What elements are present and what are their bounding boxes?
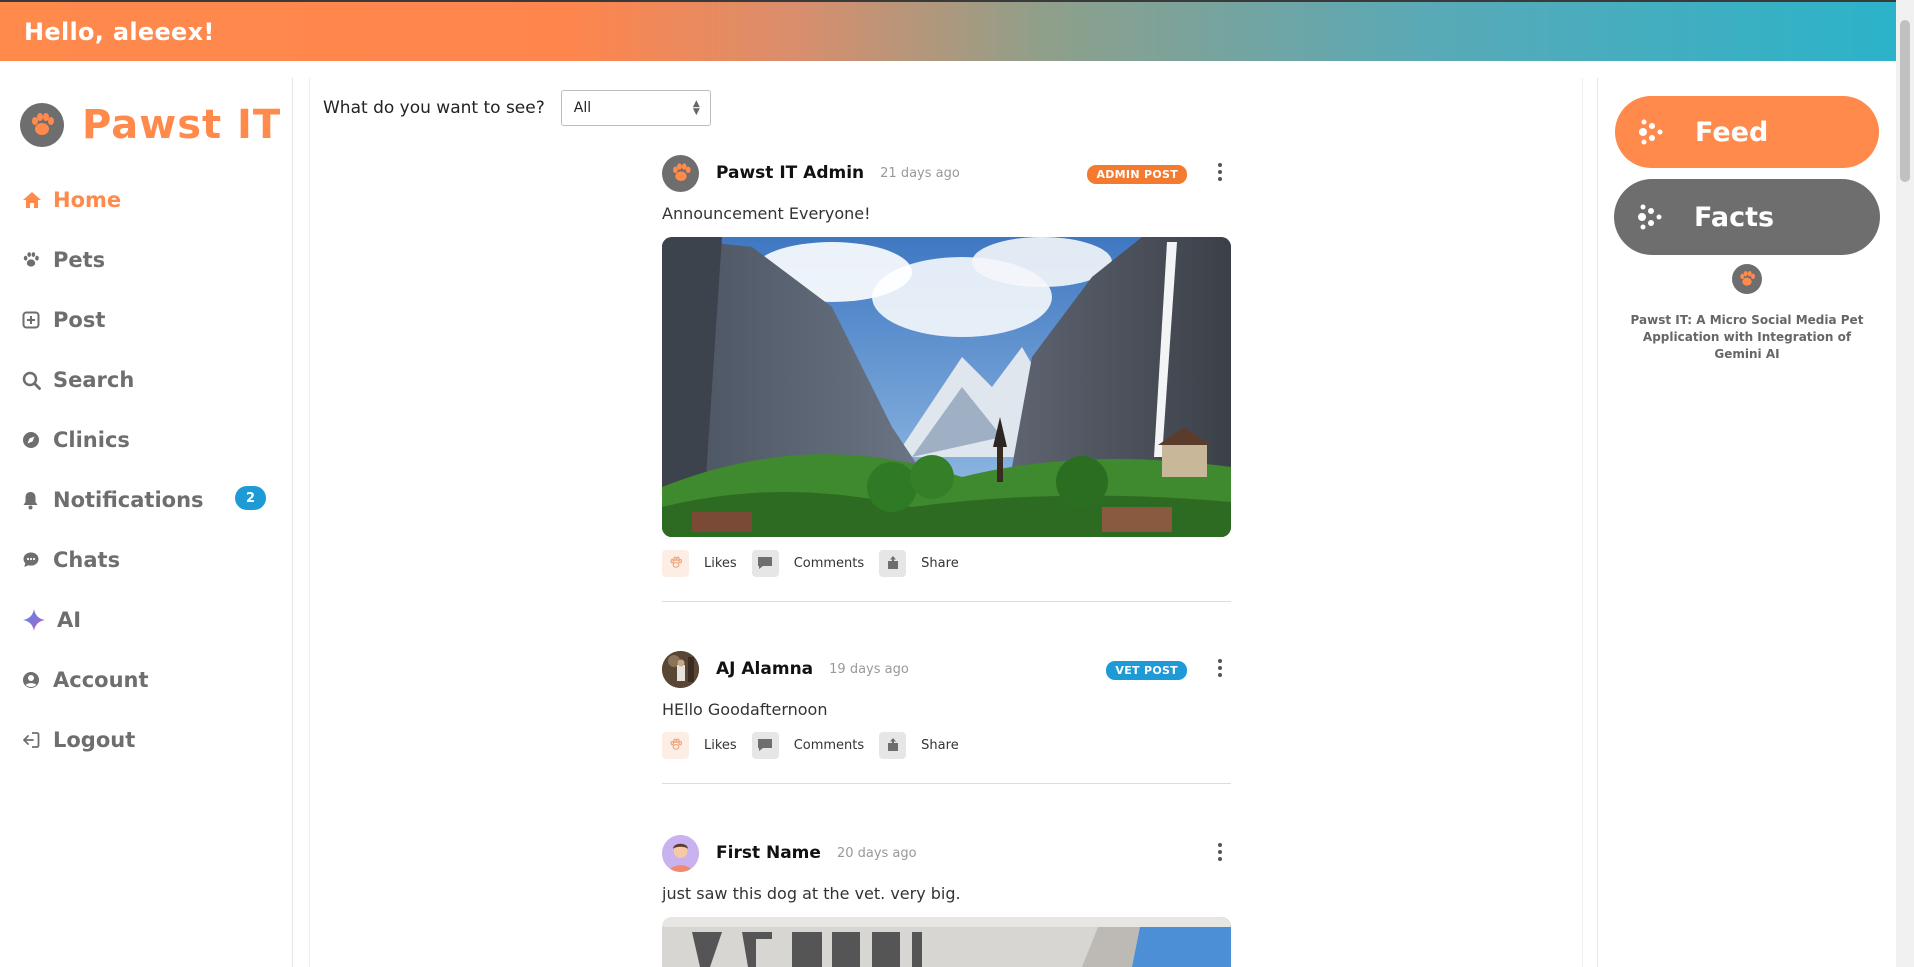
sidebar-item-logout[interactable]: Logout [22, 710, 266, 770]
logout-icon [22, 731, 50, 749]
greeting-text: Hello, aleeex! [24, 18, 215, 46]
sidebar-item-pets[interactable]: Pets [22, 230, 266, 290]
post-card: Pawst IT Admin 21 days ago ADMIN POST An… [662, 153, 1231, 602]
feed-icon [1635, 117, 1669, 147]
facts-icon [1634, 202, 1668, 232]
top-banner: Hello, aleeex! [0, 0, 1896, 61]
sidebar-item-label: Post [53, 308, 106, 332]
sidebar-nav: Home Pets Post Search Clinics Notificati… [22, 170, 266, 770]
more-options-icon[interactable] [1217, 163, 1223, 183]
post-image[interactable] [662, 917, 1231, 967]
post-timestamp: 20 days ago [836, 845, 917, 861]
share-button[interactable]: Share [921, 738, 959, 753]
feed-button[interactable]: Feed [1615, 96, 1879, 168]
avatar[interactable] [662, 834, 699, 872]
facts-button[interactable]: Facts [1614, 179, 1880, 255]
comments-button[interactable]: Comments [794, 738, 864, 753]
sidebar: Pawst IT Home Pets Post Search Clinics N… [0, 78, 293, 967]
filter-question: What do you want to see? [323, 98, 545, 118]
feed-area: What do you want to see? All ▲ ▼ Pawst IT… [309, 78, 1583, 967]
paw-like-icon[interactable] [662, 731, 689, 759]
share-button[interactable]: Share [921, 556, 959, 571]
post-divider [662, 601, 1231, 602]
sparkle-icon [22, 608, 50, 632]
page-scrollbar[interactable] [1896, 0, 1914, 967]
post-image[interactable] [662, 237, 1231, 537]
notification-count-badge: 2 [235, 486, 266, 510]
post-timestamp: 21 days ago [880, 165, 960, 181]
sidebar-item-notifications[interactable]: Notifications 2 [22, 470, 266, 530]
app-tagline: Pawst IT: A Micro Social Media Pet Appli… [1630, 313, 1864, 361]
likes-button[interactable]: Likes [704, 738, 737, 753]
chat-icon [22, 551, 50, 569]
comments-button[interactable]: Comments [794, 556, 864, 571]
sidebar-item-post[interactable]: Post [22, 290, 266, 350]
home-icon [22, 191, 50, 209]
feed-filter: What do you want to see? All ▲ ▼ [323, 90, 711, 126]
facts-label: Facts [1694, 201, 1775, 233]
post-actions: Likes Comments Share [662, 549, 1231, 577]
post-author[interactable]: First Name [716, 843, 821, 863]
post-card: AJ Alamna 19 days ago VET POST HEllo Goo… [662, 649, 1231, 784]
sidebar-item-label: Chats [53, 548, 121, 572]
brand[interactable]: Pawst IT [20, 102, 281, 148]
avatar[interactable] [662, 650, 699, 688]
sidebar-item-ai[interactable]: AI [22, 590, 266, 650]
comment-icon[interactable] [751, 549, 779, 577]
plus-square-icon [22, 311, 50, 329]
user-icon [22, 671, 50, 689]
comment-icon[interactable] [751, 731, 779, 759]
share-icon[interactable] [879, 549, 907, 577]
post-text: HEllo Goodafternoon [662, 700, 828, 719]
post-header: AJ Alamna 19 days ago VET POST [662, 649, 1231, 689]
brand-name: Pawst IT [82, 102, 282, 148]
paw-icon [22, 251, 50, 269]
bell-icon [22, 491, 50, 510]
sidebar-item-clinics[interactable]: Clinics [22, 410, 266, 470]
paw-logo-icon [20, 103, 64, 147]
admin-post-badge: ADMIN POST [1087, 165, 1187, 184]
sidebar-item-label: Logout [53, 728, 136, 752]
sidebar-item-label: Notifications [53, 488, 204, 512]
right-panel: Feed Facts Pawst IT: A Micro Social Medi… [1597, 78, 1880, 967]
likes-button[interactable]: Likes [704, 556, 737, 571]
post-header: First Name 20 days ago [662, 833, 1231, 873]
sidebar-item-label: Home [53, 188, 122, 212]
vet-post-badge: VET POST [1106, 661, 1187, 680]
compass-icon [22, 431, 50, 449]
post-author[interactable]: Pawst IT Admin [716, 163, 864, 183]
more-options-icon[interactable] [1217, 659, 1223, 679]
post-author[interactable]: AJ Alamna [716, 659, 813, 679]
sidebar-item-chats[interactable]: Chats [22, 530, 266, 590]
post-header: Pawst IT Admin 21 days ago ADMIN POST [662, 153, 1231, 193]
sidebar-item-search[interactable]: Search [22, 350, 266, 410]
scrollbar-thumb[interactable] [1900, 20, 1910, 182]
post-text: just saw this dog at the vet. very big. [662, 884, 961, 903]
sidebar-item-label: AI [57, 608, 82, 632]
sidebar-item-label: Pets [53, 248, 106, 272]
paw-logo-icon [1732, 264, 1762, 294]
sidebar-item-label: Search [53, 368, 135, 392]
filter-selected-value: All [573, 100, 592, 116]
select-arrows-icon: ▲ ▼ [692, 99, 700, 117]
more-options-icon[interactable] [1217, 843, 1223, 863]
avatar[interactable] [662, 154, 699, 192]
sidebar-item-home[interactable]: Home [22, 170, 266, 230]
feed-label: Feed [1695, 116, 1769, 148]
filter-select[interactable]: All ▲ ▼ [560, 90, 711, 126]
post-timestamp: 19 days ago [829, 661, 909, 677]
post-card: First Name 20 days ago just saw this dog… [662, 833, 1231, 967]
post-divider [662, 783, 1231, 784]
share-icon[interactable] [879, 731, 907, 759]
sidebar-item-label: Account [53, 668, 149, 692]
paw-like-icon[interactable] [662, 549, 689, 577]
post-text: Announcement Everyone! [662, 204, 871, 223]
sidebar-item-account[interactable]: Account [22, 650, 266, 710]
post-actions: Likes Comments Share [662, 731, 1231, 759]
search-icon [22, 371, 50, 390]
sidebar-item-label: Clinics [53, 428, 130, 452]
